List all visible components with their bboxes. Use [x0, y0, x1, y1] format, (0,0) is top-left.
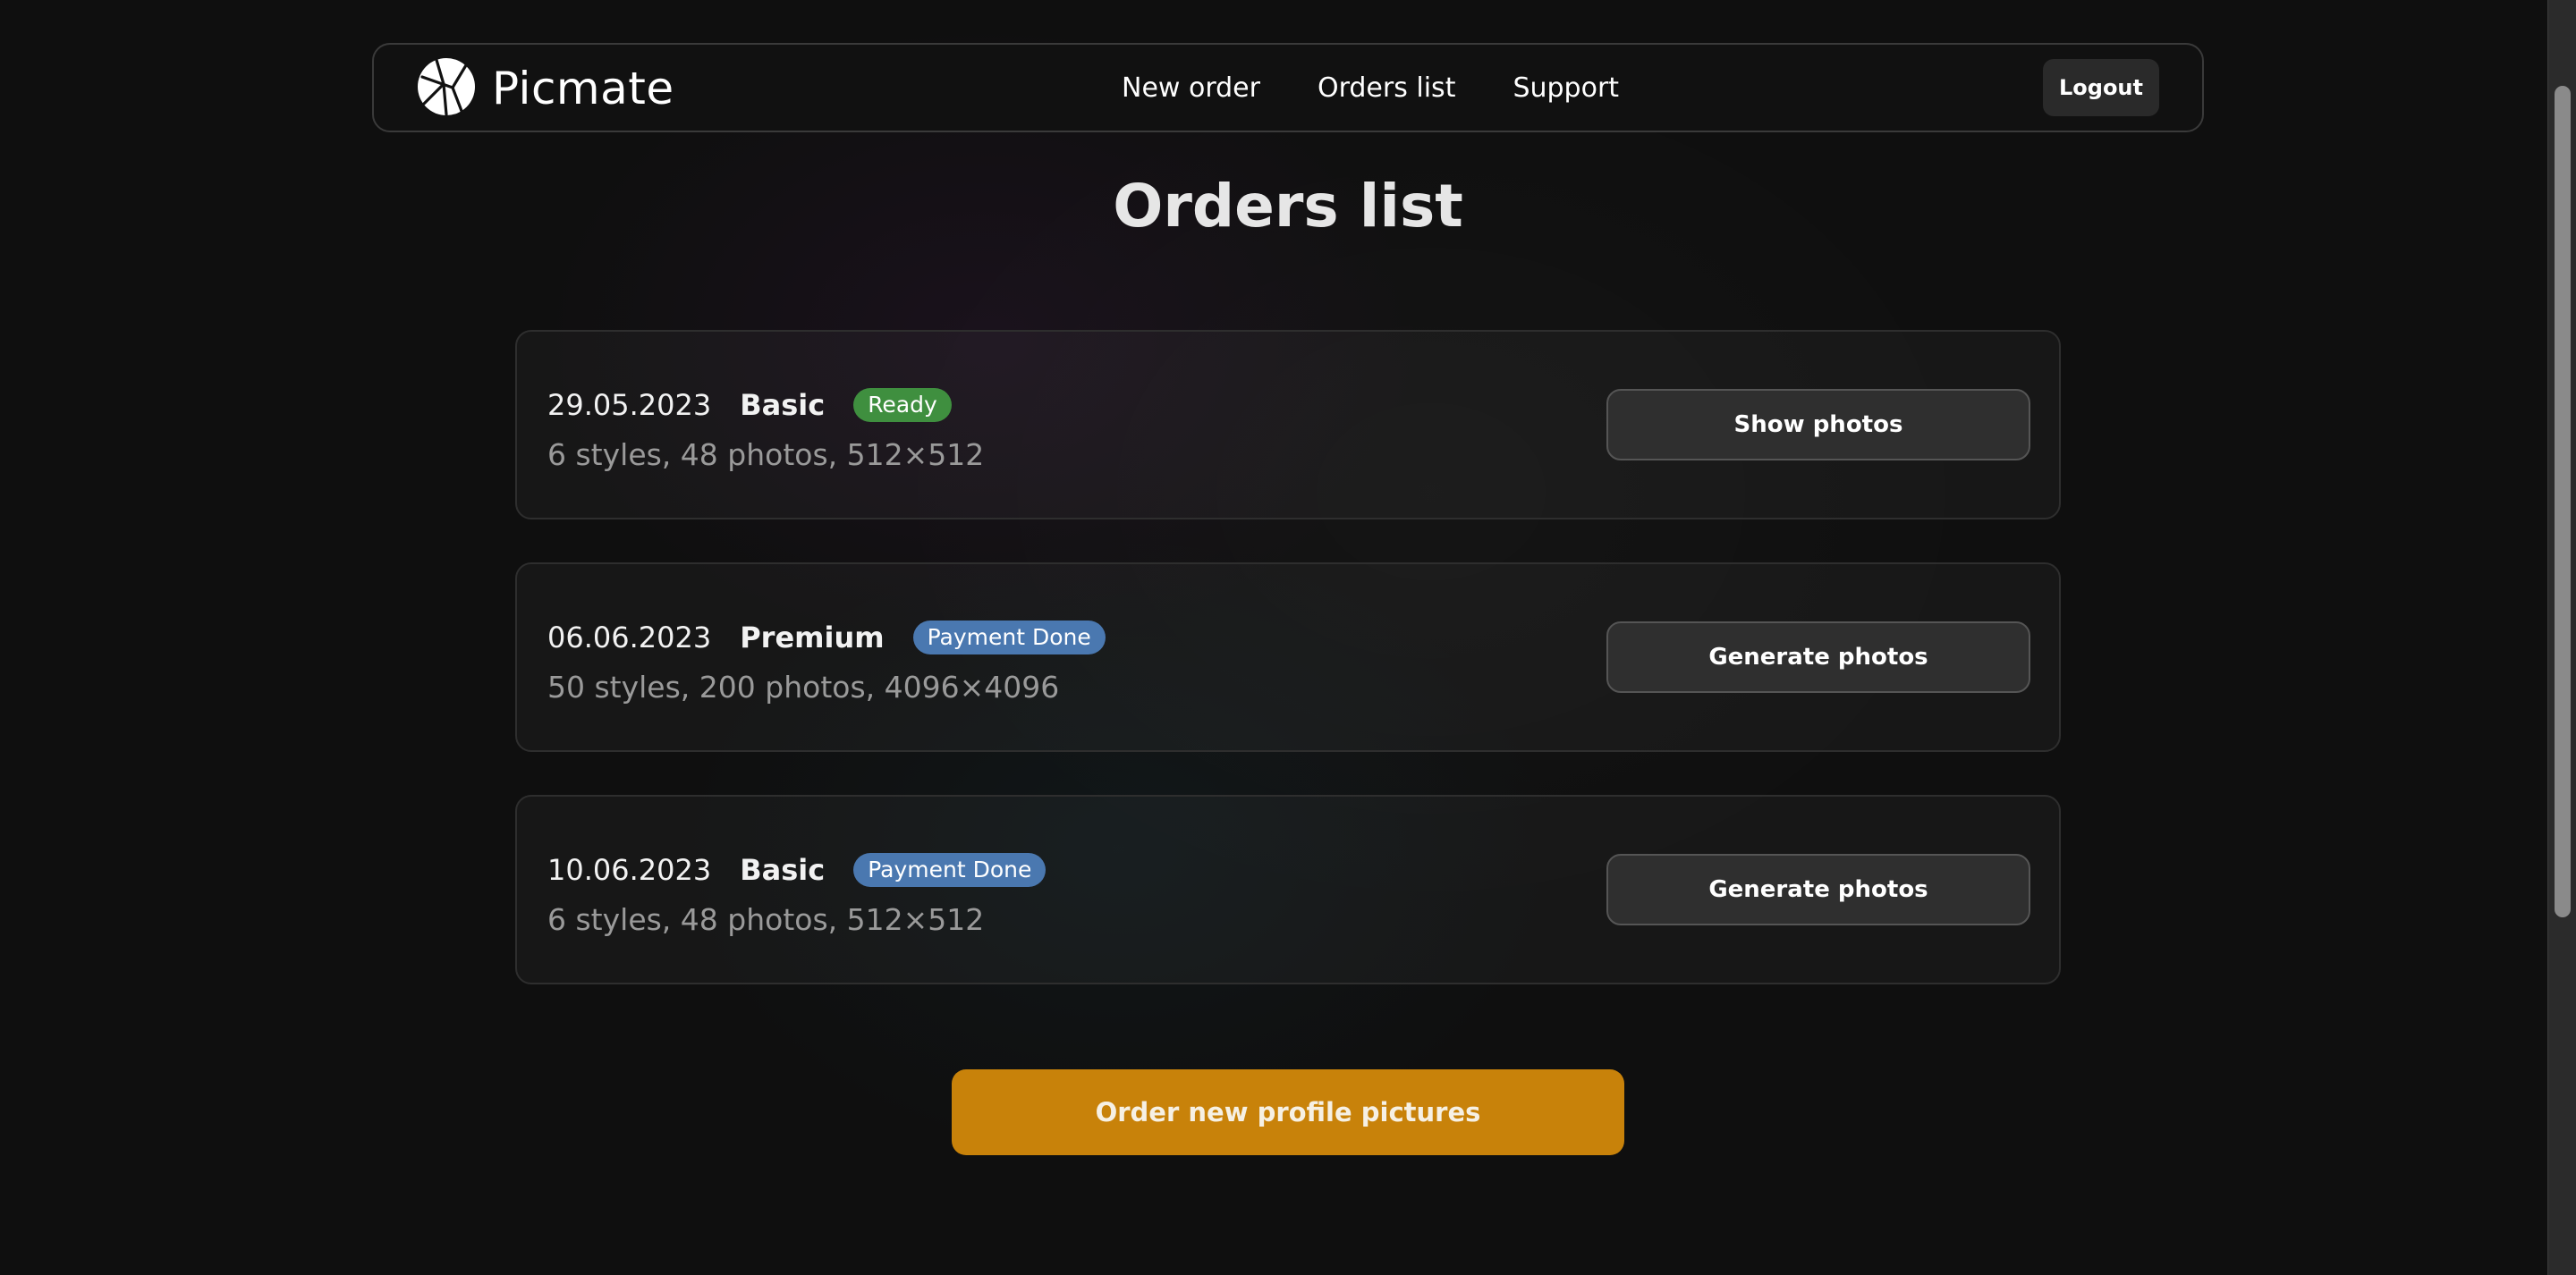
order-card: 29.05.2023 Basic Ready 6 styles, 48 phot…: [515, 330, 2061, 519]
main-nav: New order Orders list Support: [1122, 45, 1676, 131]
page-viewport: Picmate New order Orders list Support Lo…: [0, 0, 2547, 1275]
order-plan: Premium: [740, 621, 885, 654]
nav-support[interactable]: Support: [1513, 72, 1619, 104]
order-date: 29.05.2023: [547, 388, 712, 422]
nav-orders-list[interactable]: Orders list: [1318, 72, 1455, 104]
brand-name: Picmate: [492, 63, 674, 114]
show-photos-button[interactable]: Show photos: [1606, 389, 2030, 460]
order-details: 50 styles, 200 photos, 4096×4096: [547, 670, 1060, 705]
nav-new-order[interactable]: New order: [1122, 72, 1260, 104]
generate-photos-button[interactable]: Generate photos: [1606, 621, 2030, 693]
status-badge: Payment Done: [912, 621, 1106, 654]
order-header: 10.06.2023 Basic Payment Done: [547, 850, 1046, 890]
aperture-logo-icon: [417, 57, 476, 120]
scrollbar[interactable]: [2547, 0, 2576, 1275]
logout-button[interactable]: Logout: [2043, 59, 2159, 116]
status-badge: Ready: [853, 388, 952, 422]
order-new-pictures-button[interactable]: Order new profile pictures: [952, 1069, 1624, 1155]
order-details: 6 styles, 48 photos, 512×512: [547, 902, 985, 937]
top-navbar: Picmate New order Orders list Support Lo…: [372, 43, 2204, 132]
order-plan: Basic: [740, 853, 826, 887]
order-header: 29.05.2023 Basic Ready: [547, 385, 952, 425]
order-header: 06.06.2023 Premium Payment Done: [547, 618, 1106, 657]
order-card: 10.06.2023 Basic Payment Done 6 styles, …: [515, 795, 2061, 984]
order-date: 10.06.2023: [547, 853, 712, 887]
order-card: 06.06.2023 Premium Payment Done 50 style…: [515, 562, 2061, 752]
orders-list: 29.05.2023 Basic Ready 6 styles, 48 phot…: [515, 330, 2061, 1027]
brand-logo[interactable]: Picmate: [417, 57, 674, 120]
page-title: Orders list: [1113, 172, 1463, 241]
order-date: 06.06.2023: [547, 621, 712, 654]
status-badge: Payment Done: [853, 853, 1046, 887]
generate-photos-button[interactable]: Generate photos: [1606, 854, 2030, 925]
scrollbar-thumb[interactable]: [2555, 86, 2571, 917]
order-plan: Basic: [740, 388, 826, 422]
order-details: 6 styles, 48 photos, 512×512: [547, 437, 985, 472]
